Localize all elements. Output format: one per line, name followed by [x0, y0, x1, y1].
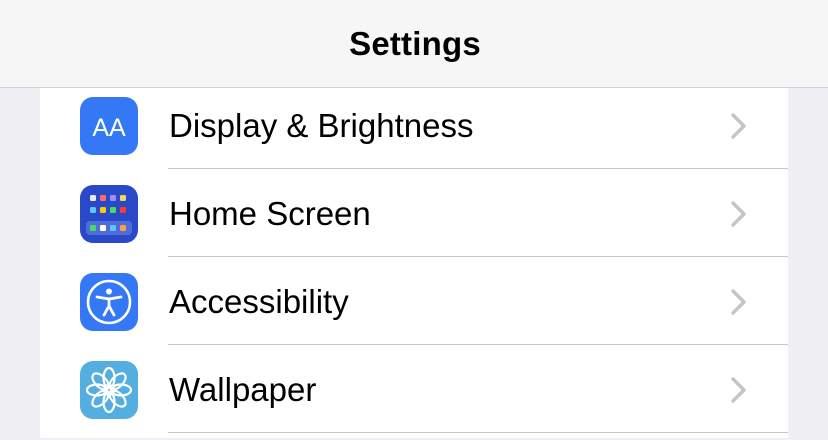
home-screen-icon: [80, 185, 138, 243]
settings-row-accessibility[interactable]: Accessibility: [40, 264, 788, 352]
settings-row-display-brightness[interactable]: AA Display & Brightness: [40, 88, 788, 176]
chevron-right-icon: [731, 289, 746, 315]
settings-row-label: Accessibility: [169, 283, 349, 320]
accessibility-icon: [80, 273, 138, 331]
settings-row-label: Display & Brightness: [169, 107, 474, 144]
chevron-right-icon: [731, 201, 746, 227]
chevron-right-icon: [731, 377, 746, 403]
row-separator: [168, 256, 788, 257]
settings-row-home-screen[interactable]: Home Screen: [40, 176, 788, 264]
navigation-bar: Settings: [0, 0, 828, 88]
display-brightness-icon: AA: [80, 97, 138, 155]
row-separator: [168, 344, 788, 345]
svg-text:AA: AA: [92, 114, 126, 142]
row-separator: [168, 432, 788, 433]
page-title: Settings: [349, 24, 481, 62]
row-separator: [168, 168, 788, 169]
settings-list: AA Display & Brightness Home Screen Acce…: [40, 88, 788, 438]
settings-row-wallpaper[interactable]: Wallpaper: [40, 352, 788, 440]
chevron-right-icon: [731, 113, 746, 139]
wallpaper-icon: [80, 361, 138, 419]
settings-row-label: Home Screen: [169, 195, 371, 232]
settings-row-label: Wallpaper: [169, 371, 317, 408]
